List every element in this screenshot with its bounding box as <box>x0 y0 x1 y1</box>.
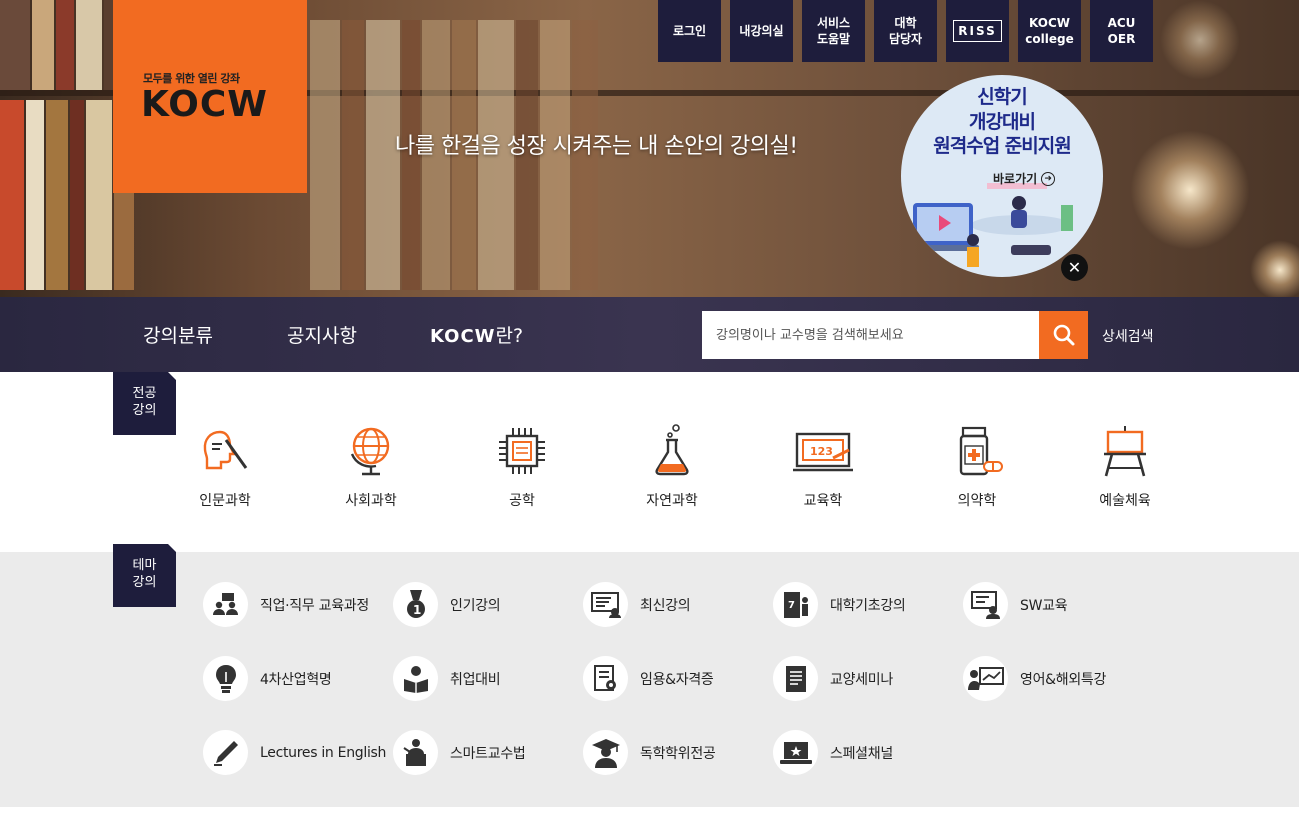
chip-icon <box>499 428 545 474</box>
category-label: 의약학 <box>957 493 997 509</box>
certificate-icon <box>593 664 616 691</box>
theme-item-label: 직업·직무 교육과정 <box>260 597 369 614</box>
my-classroom-button[interactable]: 내강의실 <box>730 0 793 62</box>
about-kocw-logo: KOCW <box>430 326 496 347</box>
theme-item-label: 영어&해외특강 <box>1020 671 1107 688</box>
major-lectures-section: 전공 강의 인문과학 사회과학 공학 자연과학 123 교육학 의약학 예술체육 <box>0 372 1299 552</box>
theme-lectures-section: 테마 강의 직업·직무 교육과정 1 인기강의 최신강의 7 대학기초강의 SW… <box>0 544 1299 807</box>
theme-item-label: 스마트교수법 <box>450 745 526 762</box>
hero-banner: 모두를 위한 열린 강좌 KOCW 로그인 내강의실 서비스 도움말 대학 담당… <box>0 0 1299 297</box>
theme-item-special-channel[interactable]: 스페셜채널 <box>773 730 893 775</box>
theme-item-label: 임용&자격증 <box>640 671 714 688</box>
medal-icon: 1 <box>406 589 425 618</box>
theme-item-certification[interactable]: 임용&자격증 <box>583 656 714 701</box>
svg-text:123: 123 <box>810 445 833 458</box>
login-button[interactable]: 로그인 <box>658 0 721 62</box>
laptop-star-icon <box>779 741 812 764</box>
theme-item-label: Lectures in English <box>260 744 387 761</box>
theme-item-label: 독학학위전공 <box>640 745 716 762</box>
category-medicine[interactable]: 의약학 <box>922 424 1032 510</box>
theme-item-label: 4차산업혁명 <box>260 671 332 688</box>
top-utility-menu: 로그인 내강의실 서비스 도움말 대학 담당자 RISS KOCW colleg… <box>658 0 1153 62</box>
service-help-button[interactable]: 서비스 도움말 <box>802 0 865 62</box>
theme-item-label: 인기강의 <box>450 597 501 614</box>
kocw-logo[interactable]: 모두를 위한 열린 강좌 KOCW <box>113 0 307 193</box>
presentation-icon <box>967 666 1004 690</box>
theme-item-sw-education[interactable]: SW교육 <box>963 582 1068 627</box>
riss-logo: RISS <box>953 19 1002 43</box>
easel-icon <box>1104 426 1146 477</box>
theme-item-self-degree[interactable]: 독학학위전공 <box>583 730 716 775</box>
head-icon <box>203 430 248 470</box>
reader-icon <box>403 665 428 693</box>
theme-item-english-overseas[interactable]: 영어&해외특강 <box>963 656 1106 701</box>
category-engineering[interactable]: 공학 <box>467 424 577 510</box>
theme-item-job-training[interactable]: 직업·직무 교육과정 <box>203 582 369 627</box>
pen-icon <box>213 740 238 766</box>
category-label: 교육학 <box>803 493 843 509</box>
category-label: 사회과학 <box>345 493 397 509</box>
theme-item-lectures-english[interactable]: Lectures in English <box>203 730 386 775</box>
theme-item-label: 대학기초강의 <box>830 597 906 614</box>
medicine-icon <box>959 426 1003 476</box>
search-input[interactable] <box>702 311 1039 359</box>
nav-lecture-category[interactable]: 강의분류 <box>143 321 213 348</box>
theme-lectures-label: 테마 강의 <box>113 544 176 607</box>
theme-item-label: 최신강의 <box>640 597 691 614</box>
nav-notices[interactable]: 공지사항 <box>287 321 357 348</box>
category-label: 자연과학 <box>646 493 698 509</box>
category-label: 공학 <box>509 493 535 509</box>
main-navigation: 강의분류 공지사항 KOCW란? 상세검색 <box>0 297 1299 372</box>
category-education[interactable]: 123 교육학 <box>768 424 878 510</box>
theme-item-label: SW교육 <box>1020 597 1068 614</box>
graduate-icon <box>591 738 620 768</box>
promo-banner[interactable]: 신학기 개강대비 원격수업 준비지원 바로가기 ➜ <box>901 75 1103 277</box>
about-kocw-suffix: 란? <box>495 325 524 347</box>
theme-item-label: 교양세미나 <box>830 671 893 688</box>
university-admin-button[interactable]: 대학 담당자 <box>874 0 937 62</box>
category-humanities[interactable]: 인문과학 <box>170 424 280 510</box>
category-social-science[interactable]: 사회과학 <box>316 424 426 510</box>
search-icon <box>1053 324 1074 346</box>
theme-item-smart-teaching[interactable]: 스마트교수법 <box>393 730 526 775</box>
logo-text: KOCW <box>141 84 269 125</box>
nav-about-kocw[interactable]: KOCW란? <box>430 321 523 348</box>
theme-item-latest[interactable]: 최신강의 <box>583 582 691 627</box>
people-icon <box>212 592 238 615</box>
book-icon <box>785 665 806 692</box>
riss-button[interactable]: RISS <box>946 0 1009 62</box>
theme-item-job-prep[interactable]: 취업대비 <box>393 656 501 701</box>
major-lectures-label: 전공 강의 <box>113 372 176 435</box>
advanced-search-link[interactable]: 상세검색 <box>1102 326 1154 346</box>
lecturer-icon <box>402 738 426 766</box>
kocw-college-button[interactable]: KOCW college <box>1018 0 1081 62</box>
flask-icon <box>655 424 689 476</box>
theme-item-4th-industrial[interactable]: 4차산업혁명 <box>203 656 332 701</box>
new-board-icon <box>590 591 621 618</box>
blackboard-icon: 123 <box>793 432 853 472</box>
globe-icon <box>350 427 390 476</box>
category-natural-science[interactable]: 자연과학 <box>617 424 727 510</box>
svg-text:1: 1 <box>413 603 421 617</box>
hero-slogan: 나를 한걸음 성장 시켜주는 내 손안의 강의실! <box>395 134 798 159</box>
category-arts-sports[interactable]: 예술체육 <box>1070 424 1180 510</box>
theme-item-basic-university[interactable]: 7 대학기초강의 <box>773 582 906 627</box>
remote-class-illustration <box>907 196 1073 267</box>
door-icon: 7 <box>783 591 808 618</box>
category-label: 인문과학 <box>199 493 251 509</box>
theme-item-label: 스페셜채널 <box>830 745 893 762</box>
close-icon[interactable]: ✕ <box>1061 254 1088 281</box>
theme-item-liberal-seminar[interactable]: 교양세미나 <box>773 656 893 701</box>
acu-oer-button[interactable]: ACU OER <box>1090 0 1153 62</box>
theme-item-popular[interactable]: 1 인기강의 <box>393 582 501 627</box>
svg-text:7: 7 <box>788 600 795 611</box>
category-label: 예술체육 <box>1099 493 1151 509</box>
search-button[interactable] <box>1039 311 1088 359</box>
lightbulb-icon <box>215 664 236 693</box>
theme-item-label: 취업대비 <box>450 671 501 688</box>
monitor-user-icon <box>970 590 1000 619</box>
